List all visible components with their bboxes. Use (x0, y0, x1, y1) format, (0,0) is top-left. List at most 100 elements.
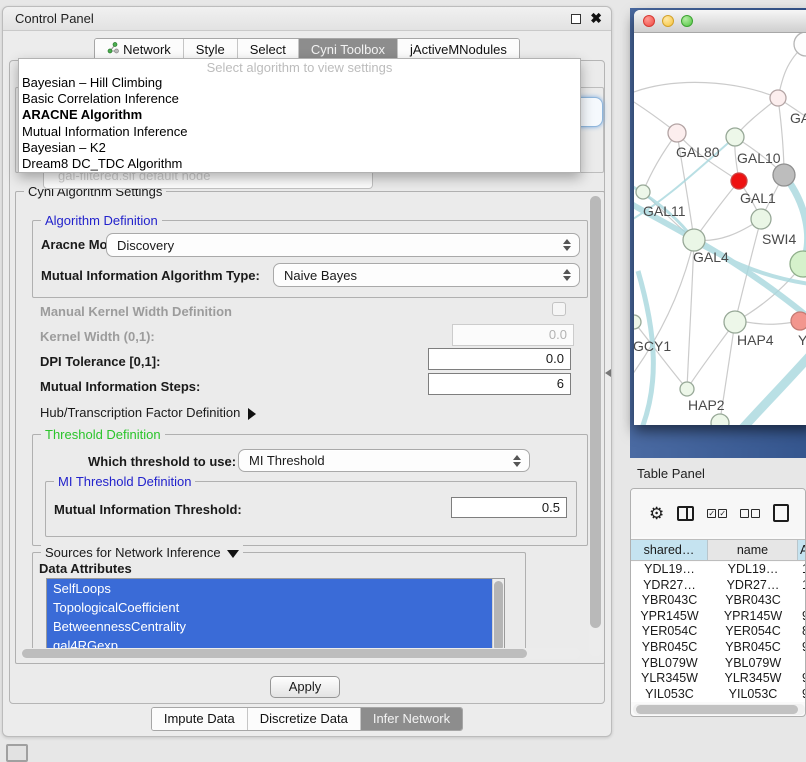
select-all-icon[interactable]: ✓✓ (707, 509, 727, 518)
settings-vertical-thumb[interactable] (590, 196, 601, 628)
cell-shared-name: YBR043C (631, 593, 708, 609)
float-window-icon[interactable] (571, 14, 581, 24)
algorithm-dropdown-item[interactable]: ARACNE Algorithm (19, 107, 580, 123)
columns-icon[interactable] (677, 506, 694, 521)
algorithm-dropdown-hint: Select algorithm to view settings (19, 60, 580, 75)
node-label-gcy1[interactable]: GCY1 (634, 338, 671, 354)
attr-list-scroll-thumb[interactable] (494, 581, 503, 651)
node-label-y-partial[interactable]: Y (798, 332, 806, 348)
data-attribute-item[interactable]: TopologicalCoefficient (47, 598, 492, 617)
data-attributes-rows: SelfLoops TopologicalCoefficient Between… (47, 579, 492, 654)
algorithm-dropdown-item-label: Bayesian – Hill Climbing (22, 75, 162, 90)
node-label-gal-partial[interactable]: GAL (790, 110, 806, 126)
settings-vertical-scrollbar[interactable] (589, 194, 602, 656)
hub-definition-header[interactable]: Hub/Transcription Factor Definition (40, 405, 256, 420)
manual-kernel-label: Manual Kernel Width Definition (40, 304, 232, 319)
dock-panel-icon[interactable] (6, 744, 28, 762)
algorithm-dropdown-item-label: Dream8 DC_TDC Algorithm (22, 156, 182, 171)
attr-list-scrollbar[interactable] (492, 579, 504, 654)
algorithm-dropdown-item[interactable]: Mutual Information Inference (19, 124, 580, 140)
dpi-tolerance-field[interactable]: 0.0 (428, 348, 571, 370)
splitter-collapse-arrow[interactable] (605, 369, 611, 377)
tab-discretize-data-label: Discretize Data (260, 711, 348, 726)
bottom-tabgroup: Impute Data Discretize Data Infer Networ… (151, 707, 463, 731)
mi-threshold-group: MI Threshold Definition Mutual Informati… (45, 481, 577, 537)
tab-jactivemnodules-label: jActiveMNodules (410, 42, 507, 57)
apply-button[interactable]: Apply (270, 676, 340, 698)
aracne-mode-value: Discovery (117, 238, 174, 253)
algorithm-dropdown-item[interactable]: Basic Correlation Inference (19, 91, 580, 107)
settings-horizontal-scrollbar[interactable] (20, 648, 580, 659)
algorithm-dropdown-item-label: ARACNE Algorithm (22, 107, 142, 122)
table-row[interactable]: YPR145W YPR145W 9. (631, 609, 806, 625)
sources-legend[interactable]: Sources for Network Inference (41, 545, 243, 560)
algorithm-dropdown-item[interactable]: Bayesian – K2 (19, 140, 580, 156)
kernel-width-field[interactable]: 0.0 (452, 324, 574, 346)
data-attribute-item[interactable]: BetweennessCentrality (47, 617, 492, 636)
which-threshold-combo[interactable]: MI Threshold (238, 449, 530, 472)
mi-steps-label: Mutual Information Steps: (40, 379, 200, 394)
algorithm-dropdown-item[interactable]: Bayesian – Hill Climbing (19, 75, 580, 91)
close-icon[interactable]: ✖ (590, 10, 602, 27)
node-label-gal11[interactable]: GAL11 (643, 203, 686, 219)
threshold-definition-legend: Threshold Definition (41, 427, 165, 442)
column-header-name[interactable]: name (708, 540, 798, 560)
node-label-hap2[interactable]: HAP2 (688, 397, 725, 413)
deselect-all-icon[interactable] (740, 509, 760, 518)
cell-partial (798, 656, 806, 672)
cell-name: YLR345W (708, 671, 798, 687)
aracne-mode-combo[interactable]: Discovery (106, 233, 580, 257)
network-canvas[interactable]: GAL80 GAL10 GAL1 GAL11 GAL4 SWI4 GCY1 HA… (634, 33, 806, 425)
algorithm-dropdown-item-label: Basic Correlation Inference (22, 91, 179, 106)
table-row[interactable]: YBR045C YBR045C 9. (631, 640, 806, 656)
cell-shared-name: YPR145W (631, 609, 708, 625)
mi-threshold-field[interactable]: 0.5 (451, 497, 567, 518)
threshold-definition-group: Threshold Definition Which threshold to … (32, 434, 588, 546)
node-label-gal4[interactable]: GAL4 (693, 249, 729, 265)
table-row[interactable]: YER054C YER054C 8. (631, 624, 806, 640)
mi-steps-field[interactable]: 6 (428, 373, 571, 395)
algorithm-dropdown-item[interactable]: Dream8 DC_TDC Algorithm (19, 156, 580, 172)
table-row[interactable]: YDL19… YDL19… 13 (631, 562, 806, 578)
control-panel-window: Control Panel ✖ Network (2, 6, 612, 737)
manual-kernel-checkbox[interactable] (552, 302, 566, 316)
settings-horizontal-thumb[interactable] (22, 649, 527, 658)
table-row[interactable]: YDR27… YDR27… 12 (631, 578, 806, 594)
table-row[interactable]: YBR043C YBR043C (631, 593, 806, 609)
zoom-traffic-light[interactable] (681, 15, 693, 27)
minimize-traffic-light[interactable] (662, 15, 674, 27)
close-traffic-light[interactable] (643, 15, 655, 27)
mi-type-combo[interactable]: Naive Bayes (273, 263, 580, 287)
table-horizontal-scrollbar[interactable] (633, 704, 805, 715)
table-row[interactable]: YIL053C YIL053C 9 (631, 687, 806, 702)
new-table-icon[interactable] (773, 504, 789, 522)
cell-partial: 8. (798, 624, 806, 640)
table-header: shared… name A (631, 539, 806, 561)
node-label-gal10[interactable]: GAL10 (737, 150, 781, 166)
column-header-partial[interactable]: A (798, 540, 806, 560)
table-panel-title: Table Panel (637, 466, 705, 481)
cell-name: YBL079W (708, 656, 798, 672)
table-row[interactable]: YLR345W YLR345W 9. (631, 671, 806, 687)
column-header-shared-name[interactable]: shared… (631, 540, 708, 560)
control-panel-title: Control Panel (15, 11, 94, 26)
gear-icon[interactable]: ⚙ (649, 505, 664, 522)
cell-shared-name: YIL053C (631, 687, 708, 702)
sources-legend-label: Sources for Network Inference (45, 545, 221, 560)
node-label-gal80[interactable]: GAL80 (676, 144, 720, 160)
cyni-settings-group: Cyni Algorithm Settings Algorithm Defini… (15, 191, 605, 664)
tab-infer-network[interactable]: Infer Network (360, 708, 462, 730)
cell-partial: 9. (798, 640, 806, 656)
node-label-gal1[interactable]: GAL1 (740, 190, 776, 206)
data-attributes-label: Data Attributes (39, 561, 132, 576)
tab-discretize-data[interactable]: Discretize Data (247, 708, 360, 730)
table-row[interactable]: YBL079W YBL079W (631, 656, 806, 672)
tab-impute-data[interactable]: Impute Data (152, 708, 247, 730)
table-horizontal-thumb[interactable] (636, 705, 798, 714)
algorithm-definition-group: Algorithm Definition Aracne Mode: Discov… (32, 220, 588, 298)
data-attribute-item[interactable]: SelfLoops (47, 579, 492, 598)
cell-partial (798, 593, 806, 609)
node-label-swi4[interactable]: SWI4 (762, 231, 796, 247)
node-label-hap4[interactable]: HAP4 (737, 332, 774, 348)
mi-type-value: Naive Bayes (284, 268, 357, 283)
